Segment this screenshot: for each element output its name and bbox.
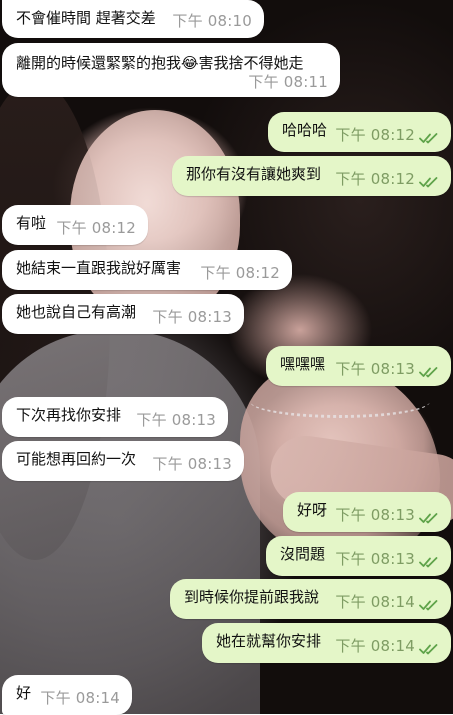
- double-check-icon: [419, 365, 441, 379]
- message-text: 離開的時候還緊緊的抱我😂害我捨不得她走: [16, 54, 304, 72]
- message-time: 下午 08:13: [335, 550, 415, 568]
- message-bubble-outgoing[interactable]: 哈哈哈 下午 08:12: [268, 112, 451, 152]
- message-text: 好: [16, 684, 32, 702]
- message-time: 下午 08:13: [152, 308, 232, 326]
- message-text: 可能想再回約一次: [16, 450, 137, 468]
- message-bubble-incoming[interactable]: 有啦 下午 08:12: [2, 205, 148, 245]
- message-bubble-outgoing[interactable]: 那你有沒有讓她爽到 下午 08:12: [172, 156, 451, 196]
- message-text: 有啦: [16, 214, 47, 232]
- message-text: 哈哈哈: [282, 121, 328, 139]
- message-bubble-incoming[interactable]: 可能想再回約一次 下午 08:13: [2, 441, 244, 481]
- message-bubble-incoming[interactable]: 她結束一直跟我說好厲害 下午 08:12: [2, 250, 292, 290]
- double-check-icon: [419, 598, 441, 612]
- message-bubble-incoming[interactable]: 她也說自己有高潮 下午 08:13: [2, 294, 244, 334]
- message-bubble-outgoing[interactable]: 嘿嘿嘿 下午 08:13: [266, 346, 451, 386]
- message-text: 那你有沒有讓她爽到: [186, 165, 322, 183]
- message-time: 下午 08:14: [335, 637, 415, 655]
- message-time: 下午 08:12: [335, 126, 415, 144]
- message-bubble-incoming[interactable]: 離開的時候還緊緊的抱我😂害我捨不得她走 下午 08:11: [2, 43, 340, 97]
- message-text: 她結束一直跟我說好厲害: [16, 259, 182, 277]
- message-text: 到時候你提前跟我說: [184, 588, 320, 606]
- message-bubble-outgoing[interactable]: 到時候你提前跟我說 下午 08:14: [170, 579, 451, 619]
- message-bubble-incoming[interactable]: 下次再找你安排 下午 08:13: [2, 397, 228, 437]
- message-time: 下午 08:12: [335, 170, 415, 188]
- message-time: 下午 08:12: [56, 219, 136, 237]
- message-time: 下午 08:12: [200, 264, 280, 282]
- message-bubble-outgoing[interactable]: 沒問題 下午 08:13: [266, 536, 451, 576]
- message-time: 下午 08:11: [248, 73, 328, 91]
- message-time: 下午 08:14: [335, 593, 415, 611]
- message-text: 不會催時間 趕著交差: [16, 9, 156, 27]
- message-time: 下午 08:13: [335, 360, 415, 378]
- message-time: 下午 08:14: [40, 689, 120, 707]
- double-check-icon: [419, 131, 441, 145]
- double-check-icon: [419, 175, 441, 189]
- message-text: 好呀: [297, 501, 328, 519]
- message-bubble-incoming[interactable]: 不會催時間 趕著交差 下午 08:10: [2, 0, 264, 38]
- message-text: 她也說自己有高潮: [16, 303, 137, 321]
- message-time: 下午 08:13: [136, 411, 216, 429]
- message-time: 下午 08:13: [152, 455, 232, 473]
- message-text: 下次再找你安排: [16, 406, 122, 424]
- message-bubble-incoming[interactable]: 好 下午 08:14: [2, 675, 132, 715]
- message-text: 嘿嘿嘿: [280, 355, 326, 373]
- message-bubble-outgoing[interactable]: 她在就幫你安排 下午 08:14: [202, 623, 451, 663]
- double-check-icon: [419, 511, 441, 525]
- double-check-icon: [419, 642, 441, 656]
- message-text: 沒問題: [280, 545, 326, 563]
- message-time: 下午 08:10: [172, 12, 252, 30]
- double-check-icon: [419, 555, 441, 569]
- message-bubble-outgoing[interactable]: 好呀 下午 08:13: [283, 492, 451, 532]
- message-time: 下午 08:13: [335, 506, 415, 524]
- message-text: 她在就幫你安排: [216, 632, 322, 650]
